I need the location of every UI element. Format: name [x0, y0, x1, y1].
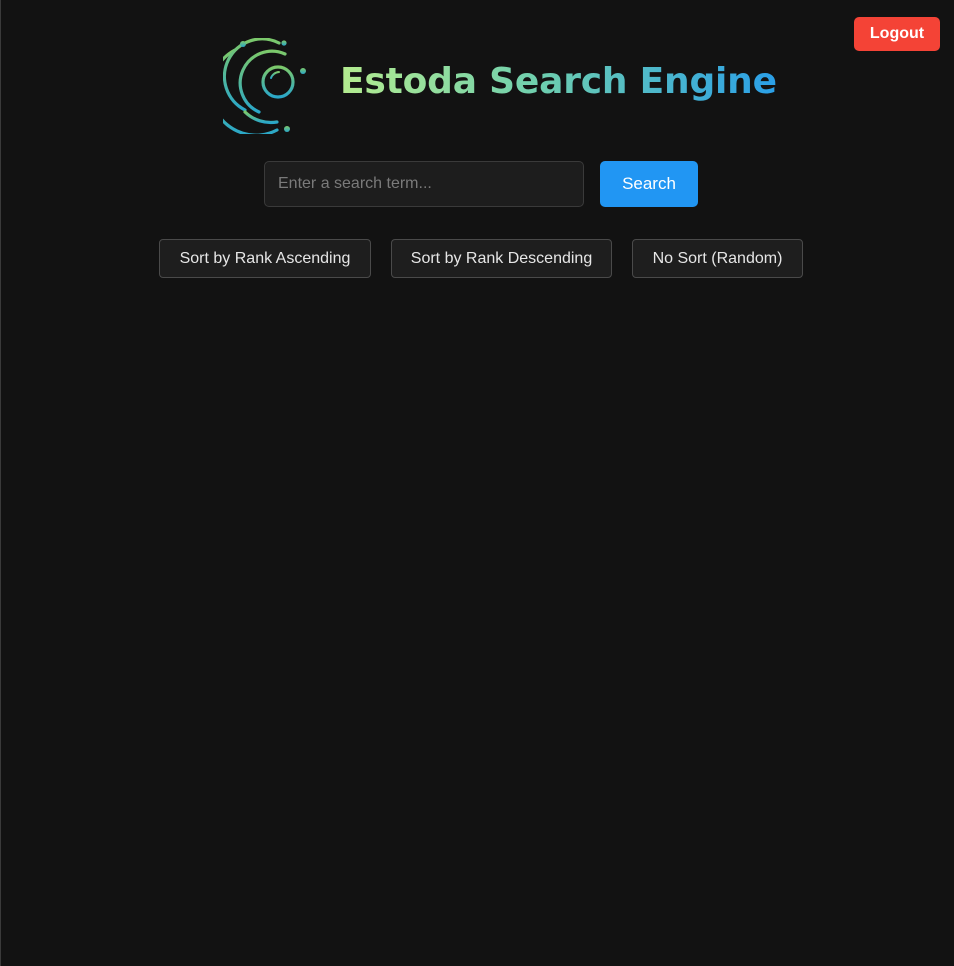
page-title: Estoda Search Engine — [340, 58, 777, 106]
no-sort-button[interactable]: No Sort (Random) — [632, 239, 803, 278]
search-input[interactable] — [264, 161, 584, 207]
search-button[interactable]: Search — [600, 161, 698, 207]
sort-ascending-button[interactable]: Sort by Rank Ascending — [159, 239, 371, 278]
page: Logout Estoda Search Engine Enter a sear… — [0, 0, 954, 966]
logout-button[interactable]: Logout — [854, 17, 940, 51]
search-logo-icon — [209, 37, 311, 137]
sort-descending-button[interactable]: Sort by Rank Descending — [391, 239, 612, 278]
